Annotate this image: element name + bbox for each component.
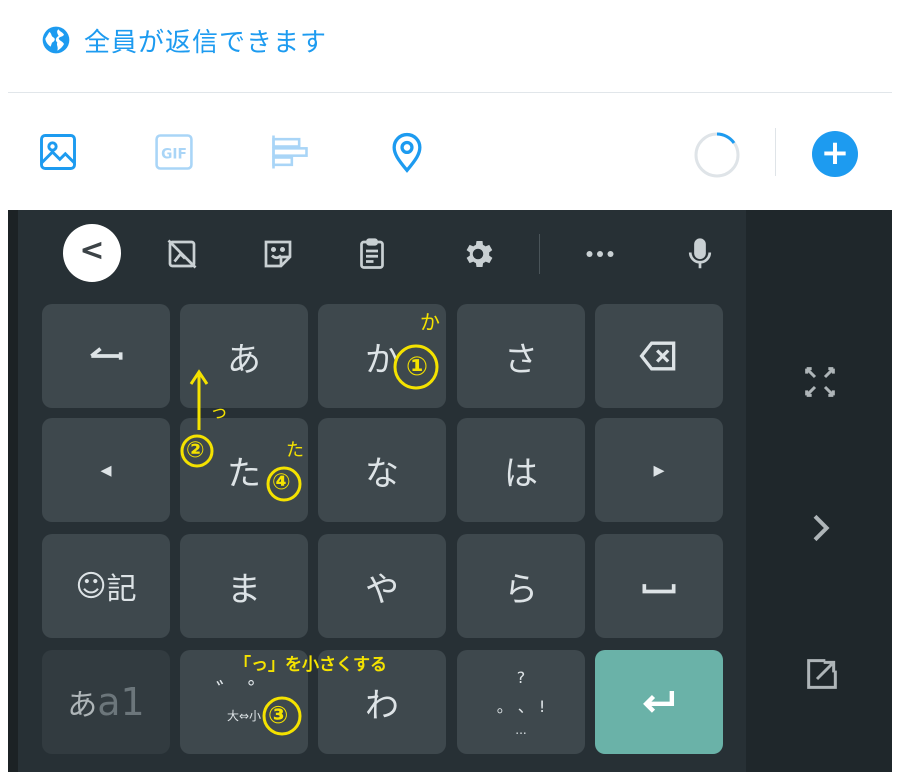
backspace-icon [639,341,676,371]
space-icon [642,584,676,594]
character-counter-ring [694,132,740,178]
pop-out-icon [807,659,837,689]
settings-gear-icon [466,240,493,268]
annotation-make-small: 「っ」を小さくする [234,655,387,675]
triangle-right-icon: ▸ [653,457,665,483]
triangle-left-icon: ◂ [100,457,112,483]
keyboard-main: < あ か さ ◂ た な は ▸ ☺ 記 ま や ら あ a1 ゛ ゜ 大⇔小… [18,210,746,772]
expand-button[interactable] [800,362,840,402]
annotation-num3: ③ [268,701,289,729]
keyboard-back-button[interactable]: < [63,224,121,282]
keyboard-toolbar-divider [539,234,540,274]
no-image-icon [167,239,197,269]
key-ra[interactable]: ら [457,534,585,638]
more-button[interactable] [576,224,624,284]
toolbar-divider [775,128,776,176]
key-emoji-symbols[interactable]: ☺ 記 [42,534,170,638]
no-image-button[interactable] [158,224,206,284]
key-left-arrow[interactable] [42,304,170,408]
key-na[interactable]: な [318,418,446,522]
pop-out-button[interactable] [800,652,844,696]
clipboard-button[interactable] [348,224,396,284]
image-button[interactable] [34,128,82,176]
sticker-button[interactable] [254,224,302,284]
add-tweet-button[interactable]: + [812,131,858,177]
key-backspace[interactable] [595,304,723,408]
key-a[interactable]: あ [180,304,308,408]
reply-setting-label: 全員が返信できます [84,27,328,58]
character-counter [692,130,742,180]
annotation-tsu: っ [210,402,228,423]
key-ma[interactable]: ま [180,534,308,638]
key-cursor-right[interactable]: ▸ [595,418,723,522]
gif-icon: GIF [155,134,193,170]
gif-button[interactable]: GIF [150,128,198,176]
annotation-num4: ④ [272,470,291,495]
svg-text:GIF: GIF [161,146,187,162]
sticker-icon [264,240,292,268]
arrow-left-icon [90,347,123,360]
key-punctuation[interactable]: ? 。 、 ! ... [457,650,585,754]
annotation-ka: か [420,310,440,334]
clipboard-icon [360,238,384,269]
reply-setting[interactable]: 全員が返信できます [40,22,327,58]
key-ha[interactable]: は [457,418,585,522]
voice-input-button[interactable] [676,224,724,284]
location-button[interactable] [383,128,431,176]
key-space[interactable] [595,534,723,638]
key-input-mode[interactable]: あ a1 [42,650,170,754]
globe-icon [42,26,70,54]
keyboard-side-panel [746,210,892,772]
microphone-icon [688,238,712,269]
key-sa[interactable]: さ [457,304,585,408]
image-icon [40,134,76,170]
poll-icon [272,135,308,169]
key-enter[interactable] [595,650,723,754]
plus-icon: + [820,132,850,173]
key-cursor-left[interactable]: ◂ [42,418,170,522]
key-ya[interactable]: や [318,534,446,638]
soft-keyboard: < あ か さ ◂ た な は ▸ ☺ 記 ま や ら あ a1 ゛ ゜ 大⇔小… [8,210,892,772]
divider [8,92,892,93]
poll-button[interactable] [266,128,314,176]
back-chevron-icon: < [79,233,105,268]
enter-icon [643,691,675,713]
annotation-num2: ② [186,438,205,463]
smiley-icon: ☺ [75,568,107,604]
more-dots-icon [586,251,614,257]
chevron-right-icon [813,514,830,542]
expand-icon [805,367,835,397]
annotation-num1: ① [406,352,429,382]
location-icon [392,132,422,173]
next-button[interactable] [800,508,840,548]
annotation-ta: た [286,440,304,461]
settings-button[interactable] [454,224,502,284]
